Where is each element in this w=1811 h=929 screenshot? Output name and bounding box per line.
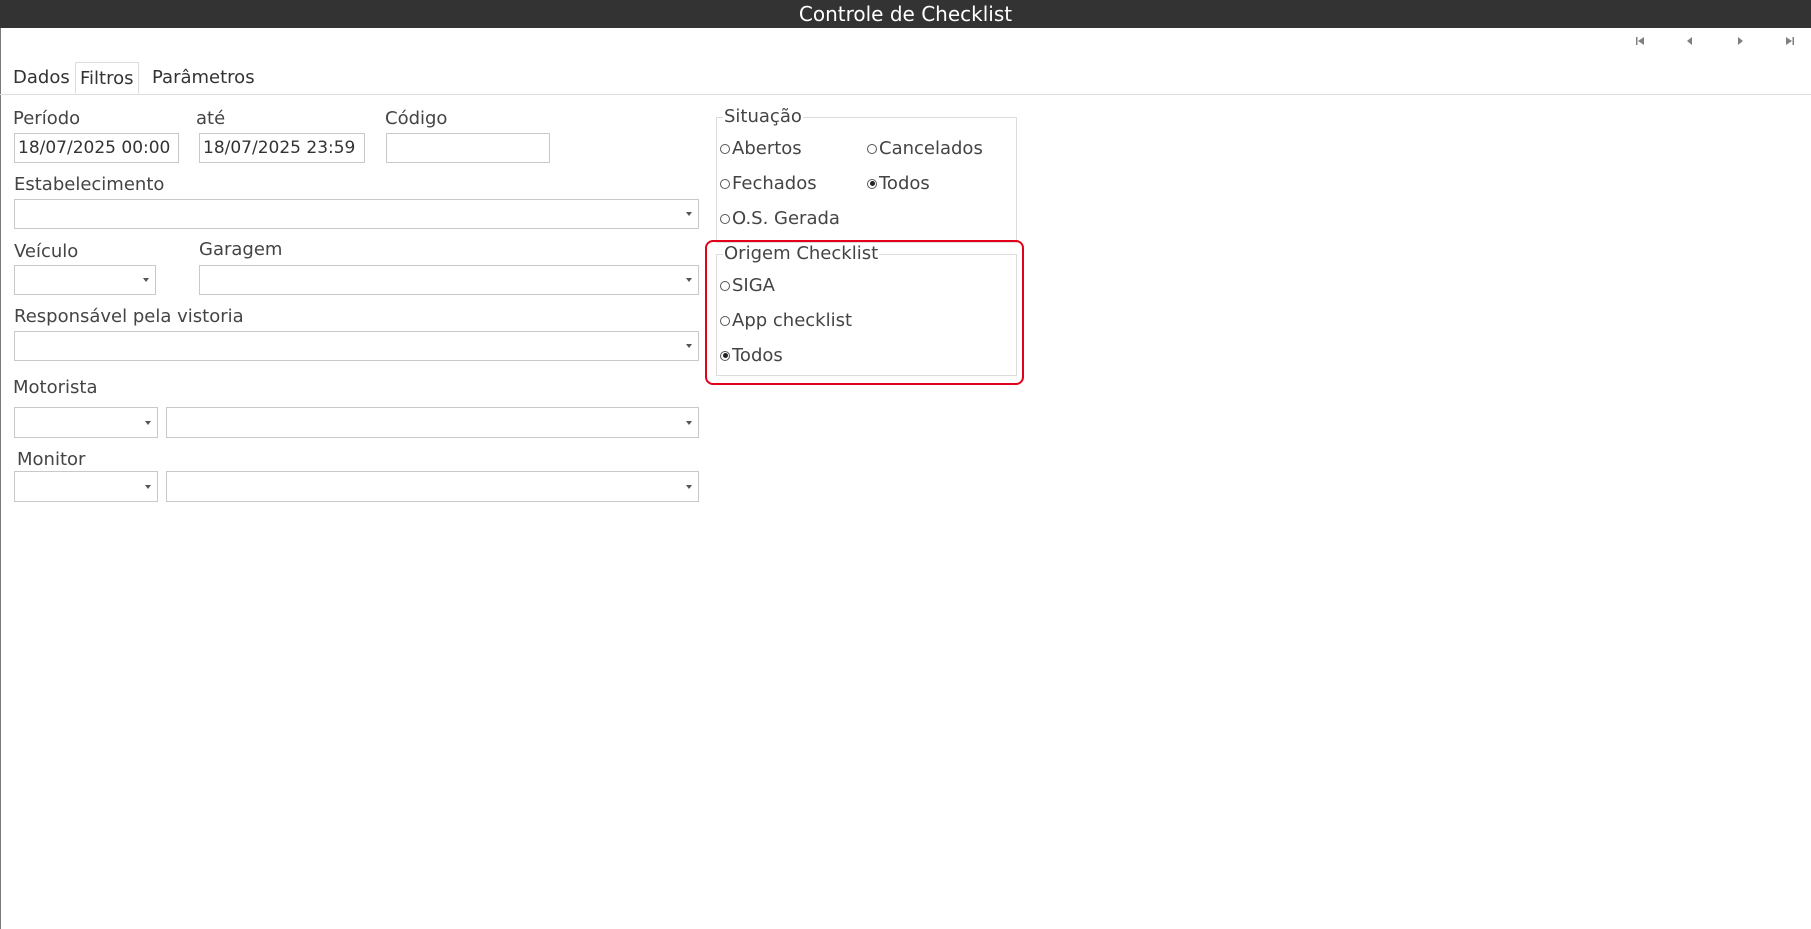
garagem-label: Garagem	[199, 239, 283, 260]
next-record-icon	[1738, 37, 1743, 45]
codigo-input[interactable]	[386, 133, 550, 163]
chevron-down-icon	[686, 484, 692, 489]
window-left-border	[0, 28, 1, 929]
window-title: Controle de Checklist	[0, 0, 1811, 28]
radio-unchecked-icon	[720, 178, 730, 189]
tab-filtros[interactable]: Filtros	[75, 62, 139, 94]
situacao-radio-os-gerada[interactable]: O.S. Gerada	[720, 208, 840, 229]
tab-dados[interactable]: Dados	[9, 62, 74, 94]
chevron-down-icon	[686, 278, 692, 282]
situacao-title: Situação	[723, 106, 803, 127]
previous-record-icon	[1687, 37, 1692, 45]
radio-checked-icon	[867, 178, 877, 189]
situacao-radio-fechados[interactable]: Fechados	[720, 173, 817, 194]
motorista-code-select[interactable]	[14, 407, 158, 438]
chevron-down-icon	[143, 278, 149, 282]
garagem-select[interactable]	[199, 265, 699, 295]
radio-label: Fechados	[732, 173, 817, 194]
chevron-down-icon	[686, 212, 692, 216]
previous-record-button[interactable]	[1682, 35, 1698, 51]
situacao-radio-abertos[interactable]: Abertos	[720, 138, 802, 159]
chevron-down-icon	[145, 484, 151, 489]
estabelecimento-label: Estabelecimento	[14, 174, 165, 195]
situacao-radio-todos[interactable]: Todos	[867, 173, 930, 194]
chevron-down-icon	[145, 420, 151, 425]
tab-strip-divider	[0, 94, 1811, 95]
radio-unchecked-icon	[867, 143, 877, 154]
first-record-button[interactable]	[1632, 35, 1648, 51]
origem-highlight-frame	[705, 240, 1024, 385]
radio-label: O.S. Gerada	[732, 208, 840, 229]
radio-label: Cancelados	[879, 138, 983, 159]
radio-unchecked-icon	[720, 143, 730, 154]
chevron-down-icon	[686, 420, 692, 425]
estabelecimento-select[interactable]	[14, 199, 699, 229]
situacao-radio-cancelados[interactable]: Cancelados	[867, 138, 983, 159]
motorista-label: Motorista	[13, 377, 98, 398]
radio-label: Abertos	[732, 138, 802, 159]
chevron-down-icon	[686, 344, 692, 348]
motorista-name-select[interactable]	[166, 407, 699, 438]
periodo-label: Período	[13, 108, 81, 129]
last-record-button[interactable]	[1782, 35, 1798, 51]
monitor-name-select[interactable]	[166, 471, 699, 502]
responsavel-label: Responsável pela vistoria	[14, 306, 244, 327]
monitor-label: Monitor	[17, 449, 86, 470]
radio-label: Todos	[879, 173, 930, 194]
radio-unchecked-icon	[720, 213, 730, 224]
periodo-start-input[interactable]	[14, 133, 179, 163]
codigo-label: Código	[385, 108, 448, 129]
monitor-code-select[interactable]	[14, 471, 158, 502]
ate-label: até	[196, 108, 226, 129]
responsavel-select[interactable]	[14, 331, 699, 361]
next-record-button[interactable]	[1732, 35, 1748, 51]
veiculo-label: Veículo	[14, 241, 79, 262]
periodo-end-input[interactable]	[199, 133, 365, 163]
veiculo-select[interactable]	[14, 265, 156, 295]
last-record-icon	[1786, 37, 1794, 45]
first-record-icon	[1636, 37, 1644, 45]
tab-parametros[interactable]: Parâmetros	[148, 62, 259, 94]
